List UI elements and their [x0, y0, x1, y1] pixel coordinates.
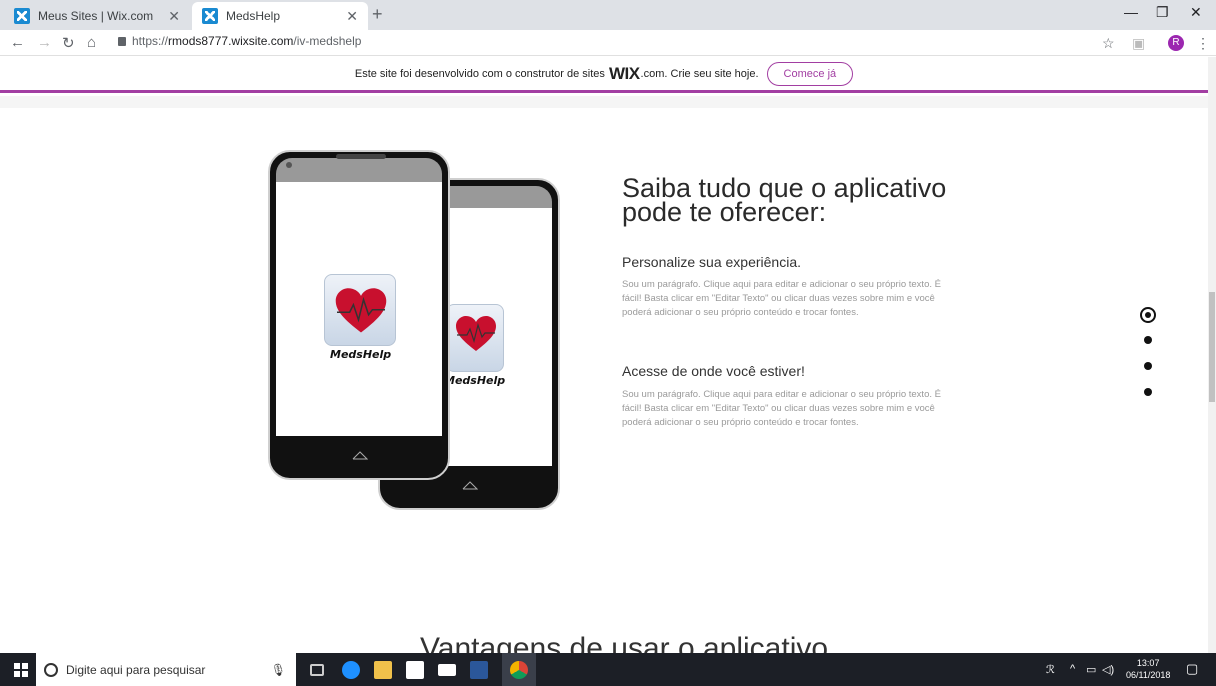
url-scheme: https:// [132, 34, 169, 48]
bookmark-star-icon[interactable]: ☆ [1102, 35, 1115, 52]
extension-icon[interactable]: ▣ [1132, 35, 1145, 52]
slide-dot-3[interactable] [1144, 362, 1152, 370]
close-tab-icon[interactable]: ✕ [346, 8, 358, 25]
edge-icon[interactable] [342, 661, 360, 679]
clock-time: 13:07 [1136, 658, 1160, 668]
tab-title: Meus Sites | Wix.com [38, 9, 154, 23]
home-button-icon [462, 481, 478, 490]
word-icon[interactable] [470, 661, 488, 679]
task-view-icon[interactable] [310, 664, 324, 676]
people-icon[interactable]: ℛ [1046, 663, 1055, 676]
minimize-icon[interactable]: — [1124, 4, 1138, 20]
close-window-icon[interactable]: ✕ [1190, 4, 1202, 21]
tab-meus-sites[interactable]: Meus Sites | Wix.com ✕ [4, 2, 190, 30]
reload-icon[interactable]: ↻ [62, 34, 75, 52]
header-strip [0, 96, 1208, 108]
slide-dot-4[interactable] [1144, 388, 1152, 396]
chrome-icon [510, 661, 528, 679]
start-now-button[interactable]: Comece já [766, 61, 854, 86]
phone-camera [286, 162, 292, 168]
new-tab-icon[interactable]: + [372, 4, 383, 25]
store-icon[interactable] [406, 661, 424, 679]
forward-icon[interactable]: → [37, 34, 52, 51]
phone-speaker [336, 154, 386, 159]
windows-taskbar: Digite aqui para pesquisar 🎙 ℛ ^ ▭ ◁) 13… [0, 653, 1216, 686]
microphone-icon[interactable]: 🎙 [271, 663, 286, 677]
heart-icon [335, 288, 387, 333]
file-explorer-icon[interactable] [374, 661, 392, 679]
slide-dot-2[interactable] [1144, 336, 1152, 344]
network-icon[interactable]: ▭ [1086, 663, 1096, 676]
chrome-taskbar-button[interactable] [502, 653, 536, 686]
section2-paragraph: Sou um parágrafo. Clique aqui para edita… [622, 389, 941, 428]
heart-icon [456, 316, 496, 351]
wix-promo-banner: Este site foi desenvolvido com o constru… [0, 57, 1208, 93]
taskbar-search[interactable]: Digite aqui para pesquisar 🎙 [36, 653, 296, 686]
wix-favicon-icon [14, 8, 30, 24]
features-heading: Saiba tudo que o aplicativo pode te ofer… [622, 173, 947, 227]
mail-icon[interactable] [438, 664, 456, 676]
clock-date: 06/11/2018 [1126, 670, 1171, 680]
app-label: MedsHelp [330, 348, 392, 361]
lock-icon [118, 37, 126, 46]
search-placeholder: Digite aqui para pesquisar [66, 662, 206, 677]
close-tab-icon[interactable]: ✕ [168, 8, 180, 25]
wix-favicon-icon [202, 8, 218, 24]
cortana-icon [44, 662, 58, 677]
app-icon [324, 274, 396, 346]
home-icon[interactable]: ⌂ [87, 34, 96, 51]
next-section-heading: Vantagens de usar o aplicativo [420, 632, 829, 653]
volume-icon[interactable]: ◁) [1102, 663, 1114, 676]
browser-tab-bar: Meus Sites | Wix.com ✕ MedsHelp ✕ + — ❐ … [0, 0, 1216, 30]
phone-top-bezel [276, 158, 442, 182]
tab-title: MedsHelp [226, 9, 281, 23]
banner-suffix: .com. Crie seu site hoje. [640, 67, 759, 80]
section1-paragraph: Sou um parágrafo. Clique aqui para edita… [622, 279, 941, 318]
app-label: MedsHelp [444, 374, 506, 387]
app-icon [446, 304, 504, 372]
url-host: rmods8777.wixsite.com [168, 34, 294, 48]
tray-chevron-icon[interactable]: ^ [1070, 663, 1075, 675]
back-icon[interactable]: ← [10, 34, 25, 51]
restore-icon[interactable]: ❐ [1156, 4, 1169, 21]
wix-logo: WIX [608, 63, 640, 83]
slide-dot-1[interactable] [1140, 307, 1156, 323]
page-scrollbar[interactable] [1208, 57, 1216, 653]
phone-front: MedsHelp [268, 150, 450, 480]
tab-medshelp[interactable]: MedsHelp ✕ [192, 2, 368, 30]
section2-title: Acesse de onde você estiver! [622, 363, 805, 379]
browser-toolbar: ← → ↻ ⌂ https://rmods8777.wixsite.com/iv… [0, 30, 1216, 56]
scrollbar-thumb[interactable] [1209, 292, 1215, 402]
menu-icon[interactable]: ⋮ [1196, 35, 1210, 52]
section1-title: Personalize sua experiência. [622, 254, 801, 270]
banner-text: Este site foi desenvolvido com o constru… [354, 67, 605, 80]
windows-start-icon[interactable] [14, 663, 28, 677]
taskbar-clock[interactable]: 13:07 06/11/2018 [1126, 657, 1170, 681]
home-button-icon [352, 451, 368, 460]
address-bar[interactable]: https://rmods8777.wixsite.com/iv-medshel… [118, 34, 361, 48]
notifications-icon[interactable]: ▢ [1186, 661, 1198, 677]
url-path: /iv-medshelp [293, 34, 362, 48]
profile-avatar[interactable]: R [1168, 35, 1184, 51]
